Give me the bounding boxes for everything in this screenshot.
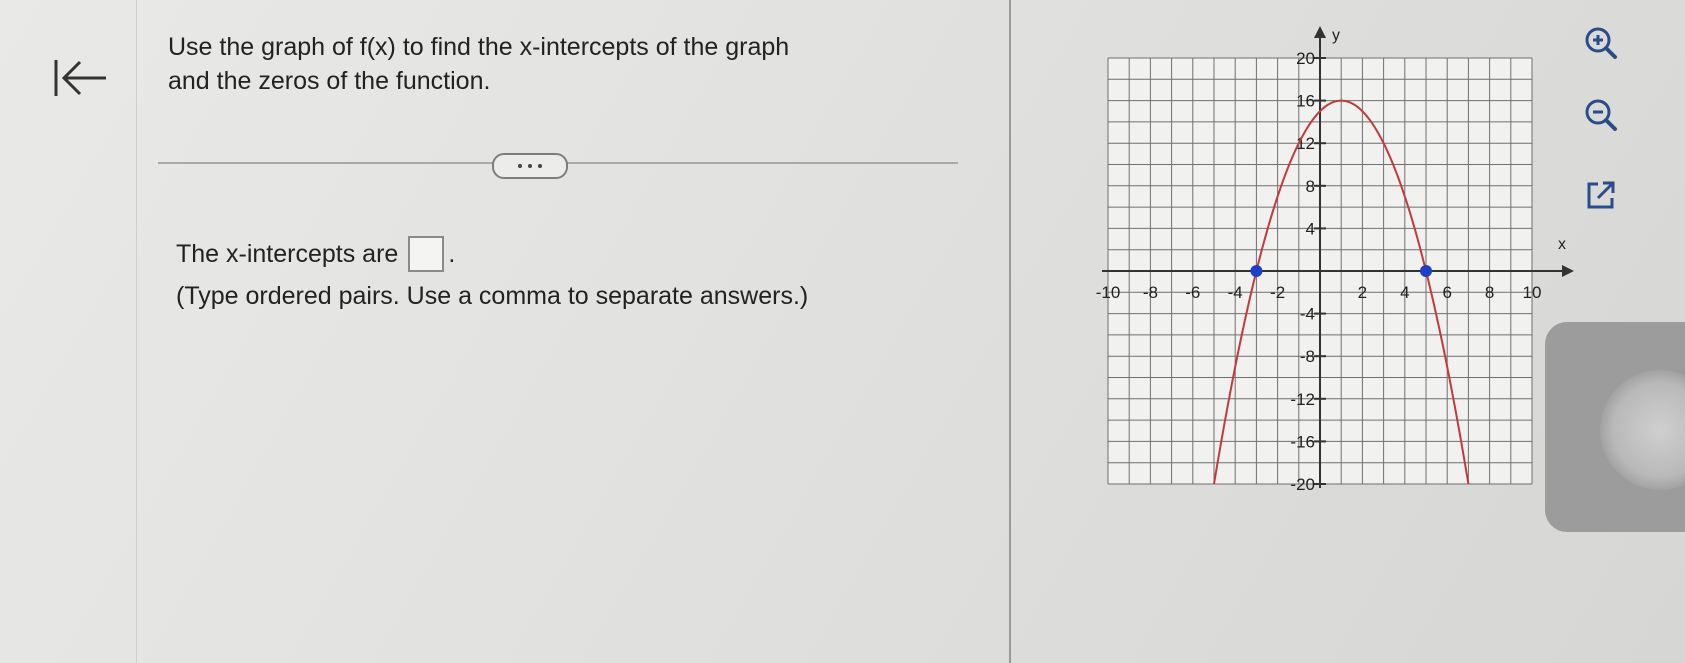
- x-intercept-point: [1420, 265, 1432, 277]
- y-tick-label: -20: [1290, 475, 1315, 494]
- y-tick-label: 4: [1306, 219, 1315, 238]
- x-intercept-point: [1250, 265, 1263, 277]
- zoom-in-button[interactable]: [1584, 26, 1618, 60]
- answer-hint: (Type ordered pairs. Use a comma to sepa…: [176, 282, 809, 310]
- ellipsis-dot: [528, 164, 532, 168]
- popout-button[interactable]: [1584, 178, 1618, 212]
- x-tick-label: 6: [1442, 283, 1451, 302]
- x-tick-label: -6: [1185, 283, 1200, 302]
- function-graph: xy-10 -8 -6 -4 -2 2 4 6 8 1020161284-4-8-12-16-20: [1096, 26, 1574, 494]
- ellipsis-dot: [538, 164, 542, 168]
- arrow-left-bar-icon: [54, 60, 106, 96]
- y-tick-label: 8: [1306, 177, 1315, 196]
- y-tick-label: 20: [1296, 49, 1315, 68]
- y-axis-arrow: [1314, 26, 1326, 38]
- question-line-2: and the zeros of the function.: [168, 67, 491, 95]
- x-tick-label: 10: [1523, 283, 1542, 302]
- y-axis-label: y: [1332, 27, 1340, 44]
- y-tick-label: -12: [1290, 390, 1315, 409]
- question-text: Use the graph of f(x) to find the x-inte…: [168, 30, 928, 98]
- y-tick-label: -4: [1300, 305, 1315, 324]
- answer-prompt: The x-intercepts are: [176, 239, 399, 268]
- x-tick-label: -8: [1143, 283, 1158, 302]
- answer-period: .: [448, 239, 456, 268]
- x-tick-label: -4: [1228, 283, 1243, 302]
- back-button[interactable]: [50, 56, 110, 100]
- popout-icon: [1587, 181, 1615, 209]
- x-tick-label: -2: [1270, 283, 1285, 302]
- x-axis-label: x: [1558, 236, 1566, 253]
- x-tick-label: 2: [1358, 283, 1367, 302]
- x-intercepts-input[interactable]: [408, 236, 445, 272]
- x-tick-label: -10: [1096, 283, 1121, 302]
- zoom-in-icon: [1585, 27, 1617, 59]
- panel-divider: [1009, 0, 1011, 663]
- x-tick-label: 8: [1485, 283, 1494, 302]
- zoom-out-button[interactable]: [1584, 98, 1618, 132]
- sidebar-divider: [136, 0, 137, 663]
- expand-more-button[interactable]: [492, 153, 568, 179]
- x-axis-arrow: [1562, 265, 1574, 277]
- y-tick-label: 16: [1296, 92, 1315, 111]
- question-line-1: Use the graph of f(x) to find the x-inte…: [168, 33, 790, 61]
- ellipsis-dot: [518, 164, 522, 168]
- x-tick-label: 4: [1400, 283, 1409, 302]
- y-tick-label: -16: [1290, 432, 1315, 451]
- y-tick-label: -8: [1300, 347, 1315, 366]
- answer-row: The x-intercepts are .: [176, 236, 455, 272]
- zoom-out-icon: [1585, 99, 1617, 131]
